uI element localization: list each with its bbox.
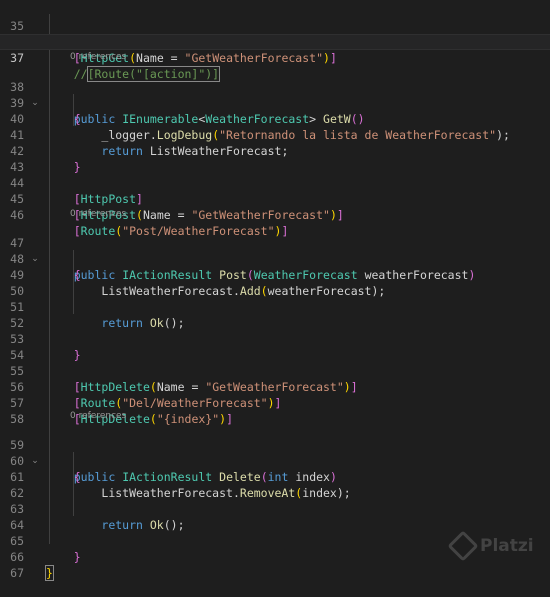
code-line[interactable]: 41 return ListWeatherForecast; [0,111,550,158]
code-line[interactable]: 38 ⌄ public IEnumerable<WeatherForecast>… [0,63,550,126]
code-editor[interactable]: 35 36 [HttpGet(Name = "GetWeatherForecas… [0,0,550,581]
platzi-logo-icon [447,530,479,562]
code-line[interactable]: 47 ⌄ public IActionResult Post(WeatherFo… [0,219,550,282]
watermark-text: Platzi [480,536,534,556]
code-line[interactable]: 36 [HttpGet(Name = "GetWeatherForecast")… [0,18,550,65]
code-line[interactable]: 54 [0,331,550,362]
code-line-current[interactable]: 37 //[Route("[action]")] [0,34,550,82]
code-line[interactable]: 63 return Ok(); [0,485,550,532]
code-line[interactable]: 48 { [0,235,550,282]
code-line[interactable]: 55 [HttpDelete(Name = "GetWeatherForecas… [0,347,550,394]
code-line[interactable]: 65 } [0,517,550,564]
code-text: } [45,565,54,581]
platzi-watermark: Platzi [447,530,534,562]
code-line[interactable]: 50 [0,267,550,298]
code-line[interactable]: 49 ListWeatherForecast.Add(weatherForeca… [0,251,550,298]
code-line[interactable]: 53 } [0,315,550,362]
code-line[interactable]: 40 _logger.LogDebug("Retornando la lista… [0,95,550,142]
code-line[interactable]: 46 [Route("Post/WeatherForecast")] [0,191,550,238]
code-line[interactable]: 64 [0,501,550,532]
code-line[interactable]: 61 ListWeatherForecast.RemoveAt(index); [0,453,550,500]
code-line[interactable]: 42 } [0,127,550,174]
code-line[interactable]: 57 [HttpDelete("{index}")] [0,379,550,426]
code-line[interactable]: 51 return Ok(); [0,283,550,330]
code-line[interactable]: 60 { [0,437,550,484]
code-line[interactable]: 43 [0,143,550,174]
code-line[interactable]: 58 [0,395,550,426]
line-number: 67 [10,566,24,580]
code-line[interactable]: 52 [0,299,550,330]
code-line[interactable]: 39 { [0,79,550,126]
code-line[interactable]: 45 [HttpPost(Name = "GetWeatherForecast"… [0,175,550,222]
codelens-references[interactable]: 0 references [70,51,126,63]
code-line[interactable]: 62 [0,469,550,500]
code-line[interactable]: 44 [HttpPost] [0,159,550,206]
code-line[interactable]: 59 ⌄ public IActionResult Delete(int ind… [0,421,550,484]
code-line[interactable]: 35 [0,2,550,33]
code-line[interactable]: 56 [Route("Del/WeatherForecast")] [0,363,550,410]
